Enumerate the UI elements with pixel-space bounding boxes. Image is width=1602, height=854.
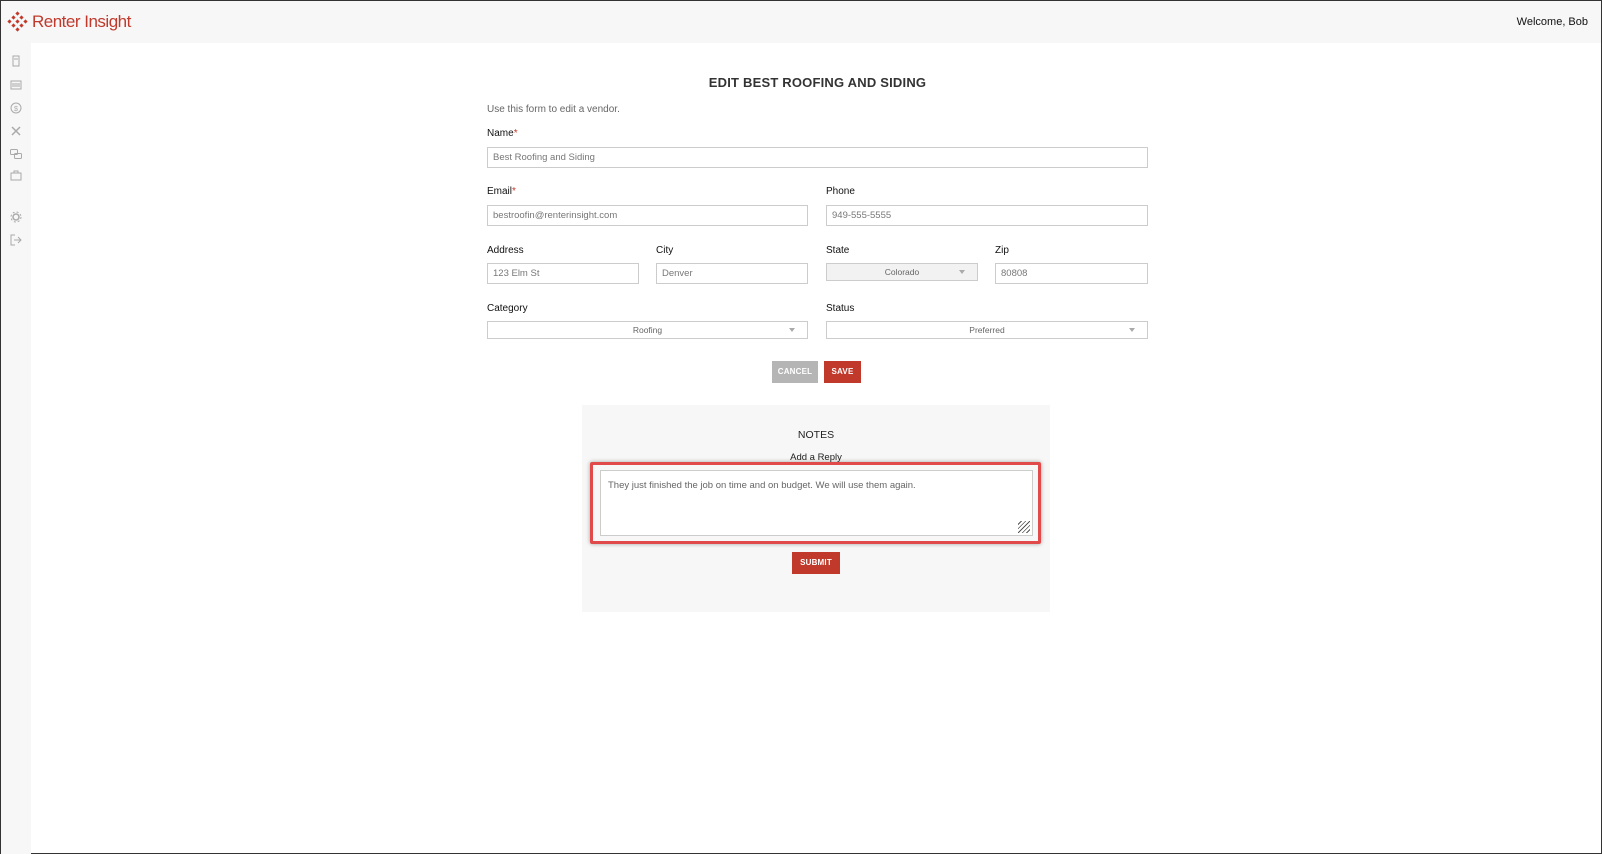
list-icon[interactable] (10, 79, 22, 91)
sidebar: $ (1, 43, 31, 854)
city-label: City (656, 245, 674, 256)
required-mark: * (513, 128, 518, 139)
category-label: Category (487, 303, 528, 314)
gear-icon[interactable] (10, 211, 22, 223)
phone-input[interactable]: 949-555-5555 (826, 205, 1148, 226)
address-input[interactable]: 123 Elm St (487, 263, 639, 284)
name-label-text: Name (487, 128, 514, 139)
name-label: Name* (487, 128, 518, 139)
page-title: EDIT BEST ROOFING AND SIDING (708, 75, 927, 90)
submit-button[interactable]: SUBMIT (792, 552, 840, 574)
top-bar: Renter Insight Welcome, Bob (1, 1, 1601, 43)
calculator-icon[interactable] (10, 55, 22, 67)
category-select[interactable]: Roofing (487, 321, 808, 339)
chevron-down-icon (959, 270, 965, 274)
email-input[interactable]: bestroofin@renterinsight.com (487, 205, 808, 226)
status-value: Preferred (969, 325, 1005, 335)
phone-label: Phone (826, 186, 855, 197)
save-button[interactable]: SAVE (824, 361, 861, 383)
chevron-down-icon (1129, 328, 1135, 332)
required-mark: * (512, 186, 516, 197)
chevron-down-icon (789, 328, 795, 332)
address-label: Address (487, 245, 524, 256)
resize-grip-icon[interactable] (1018, 521, 1030, 533)
cancel-button[interactable]: CANCEL (772, 361, 818, 383)
state-label: State (826, 245, 850, 256)
form-subtitle: Use this form to edit a vendor. (487, 104, 620, 115)
status-label: Status (826, 303, 855, 314)
reply-textarea[interactable]: They just finished the job on time and o… (600, 470, 1033, 536)
zip-label: Zip (995, 245, 1009, 256)
state-value: Colorado (884, 267, 920, 277)
welcome-text: Welcome, Bob (1516, 16, 1588, 28)
email-label-text: Email (487, 186, 513, 197)
zip-input[interactable]: 80808 (995, 263, 1148, 284)
chat-icon[interactable] (10, 148, 22, 160)
name-input[interactable]: Best Roofing and Siding (487, 147, 1148, 168)
logo-mark-icon (7, 11, 28, 33)
city-input[interactable]: Denver (656, 263, 808, 284)
briefcase-icon[interactable] (10, 170, 22, 182)
dollar-icon[interactable]: $ (10, 102, 22, 114)
reply-text: They just finished the job on time and o… (608, 480, 916, 491)
brand-name: Renter Insight (32, 12, 131, 31)
email-label: Email* (487, 186, 516, 197)
tools-icon[interactable] (10, 125, 22, 137)
notes-panel: NOTES Add a Reply They just finished the… (582, 405, 1050, 612)
brand-logo[interactable]: Renter Insight (7, 11, 131, 33)
status-select[interactable]: Preferred (826, 321, 1148, 339)
category-value: Roofing (632, 325, 663, 335)
svg-text:$: $ (14, 106, 18, 113)
state-select[interactable]: Colorado (826, 263, 978, 281)
notes-title: NOTES (797, 429, 835, 441)
logout-icon[interactable] (10, 234, 22, 246)
